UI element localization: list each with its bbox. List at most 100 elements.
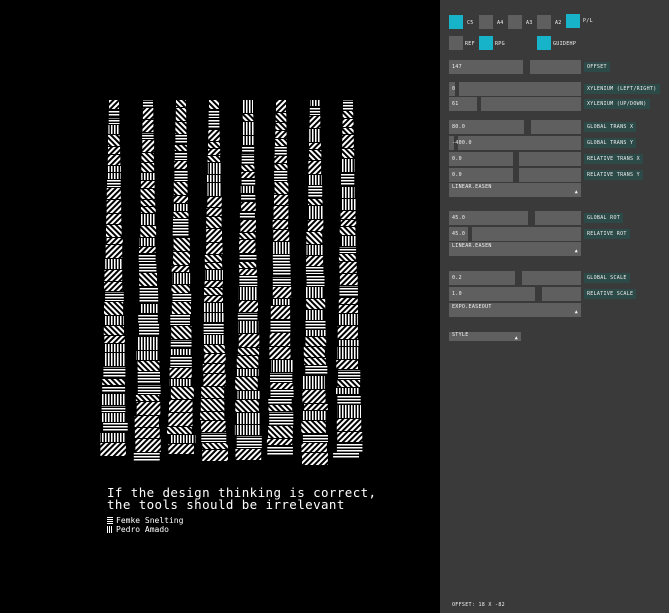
pattern-block xyxy=(302,453,328,465)
pattern-block xyxy=(208,110,220,118)
scale-ease-dropdown[interactable]: EXPO.EASEOUT ▲ xyxy=(449,303,581,317)
pattern-block xyxy=(100,413,125,422)
pattern-block xyxy=(241,194,256,201)
pattern-block xyxy=(107,173,121,179)
pattern-block xyxy=(273,242,290,254)
pattern-block xyxy=(206,217,222,228)
pattern-block xyxy=(171,266,190,272)
pattern-block xyxy=(141,173,155,180)
relative-trans-x-input[interactable]: 0.0 xyxy=(449,152,513,166)
trans-ease-dropdown[interactable]: LINEAR.EASEN ▲ xyxy=(449,183,581,197)
pattern-block xyxy=(102,379,125,385)
pattern-block xyxy=(268,405,293,411)
pattern-block xyxy=(140,200,156,206)
pattern-block xyxy=(168,413,193,426)
pattern-block xyxy=(135,395,160,401)
pattern-block xyxy=(108,135,120,146)
global-trans-y-value: -400.0 xyxy=(452,140,472,146)
relative-trans-x-slider[interactable] xyxy=(519,152,581,166)
pattern-block xyxy=(309,107,321,115)
global-rot-slider[interactable] xyxy=(535,211,581,225)
pattern-block xyxy=(343,100,353,110)
style-dropdown[interactable]: STYLE ▲ xyxy=(449,332,521,341)
checkbox-a3[interactable] xyxy=(508,15,522,29)
pattern-block xyxy=(139,273,157,286)
pattern-block xyxy=(272,277,291,286)
global-trans-x-input[interactable]: 80.0 xyxy=(449,120,524,134)
global-scale-label: GLOBAL SCALE xyxy=(584,273,630,283)
pattern-block xyxy=(242,146,255,153)
pattern-block xyxy=(337,395,361,404)
pattern-block xyxy=(139,324,160,336)
pattern-block xyxy=(201,421,226,432)
offset-input[interactable]: 147 xyxy=(449,60,523,74)
checkbox-c5[interactable] xyxy=(449,15,463,29)
pattern-block xyxy=(308,199,323,205)
pattern-block xyxy=(170,387,194,399)
pattern-block xyxy=(309,129,321,142)
pattern-block xyxy=(342,111,354,118)
pattern-block xyxy=(275,123,287,130)
pattern-block xyxy=(108,118,120,124)
checkbox-rpg[interactable] xyxy=(479,36,493,50)
pattern-block xyxy=(340,220,357,226)
pattern-block xyxy=(140,214,156,225)
pattern-block xyxy=(109,100,119,109)
lines-mark-icon xyxy=(107,517,113,524)
pattern-block xyxy=(337,326,358,339)
pattern-block xyxy=(271,299,291,305)
pattern-block xyxy=(170,356,192,367)
pattern-block xyxy=(273,206,289,219)
checkbox-guidehp[interactable] xyxy=(537,36,551,50)
pattern-block xyxy=(142,108,154,119)
pattern-block xyxy=(307,220,324,231)
pattern-block xyxy=(208,142,220,148)
columns-mark-icon xyxy=(107,526,113,533)
relative-scale-input[interactable]: 1.0 xyxy=(449,287,535,301)
pattern-block xyxy=(106,188,121,199)
checkbox-ref[interactable] xyxy=(449,36,463,50)
pattern-block xyxy=(303,347,325,357)
offset-slider[interactable] xyxy=(530,60,581,74)
slider-handle[interactable] xyxy=(468,227,472,241)
pattern-block xyxy=(142,140,155,152)
relative-rot-slider[interactable] xyxy=(449,227,581,241)
global-scale-input[interactable]: 0.2 xyxy=(449,271,515,285)
pattern-block xyxy=(136,351,158,360)
slider-handle[interactable] xyxy=(477,97,481,111)
pattern-block xyxy=(106,225,122,237)
pattern-block xyxy=(308,186,323,198)
checkbox-rpg-label: RPG xyxy=(495,41,505,47)
pattern-block xyxy=(204,313,224,322)
pattern-block xyxy=(104,353,126,366)
dropdown-arrow-icon: ▲ xyxy=(574,189,578,195)
xylenium-up-down-slider[interactable] xyxy=(449,97,581,111)
pattern-block xyxy=(242,122,254,135)
rot-ease-dropdown[interactable]: LINEAR.EASEN ▲ xyxy=(449,242,581,256)
pattern-block xyxy=(239,254,257,261)
pattern-block xyxy=(339,274,358,285)
xylenium-left-right-slider[interactable] xyxy=(449,82,581,96)
global-scale-slider[interactable] xyxy=(522,271,581,285)
artwork-canvas[interactable]: If the design thinking is correct, the t… xyxy=(0,0,440,613)
pattern-column xyxy=(266,100,294,455)
pattern-block xyxy=(306,275,325,286)
checkbox-a2[interactable] xyxy=(537,15,551,29)
pattern-block xyxy=(274,182,289,194)
pattern-column xyxy=(333,100,363,459)
relative-scale-slider[interactable] xyxy=(542,287,581,301)
rot-ease-value: LINEAR.EASEN xyxy=(452,243,492,249)
pattern-block xyxy=(170,435,196,443)
pattern-block xyxy=(139,294,159,303)
pattern-block xyxy=(304,358,326,365)
pattern-block xyxy=(101,394,125,405)
checkbox-portrait-landscape[interactable] xyxy=(566,14,580,28)
checkbox-a4[interactable] xyxy=(479,15,493,29)
relative-trans-y-input[interactable]: 0.0 xyxy=(449,168,513,182)
global-rot-input[interactable]: 45.0 xyxy=(449,211,528,225)
global-trans-x-slider[interactable] xyxy=(531,120,581,134)
pattern-block xyxy=(137,361,160,371)
relative-trans-y-slider[interactable] xyxy=(519,168,581,182)
pattern-block xyxy=(310,100,320,106)
slider-handle[interactable] xyxy=(455,82,459,96)
